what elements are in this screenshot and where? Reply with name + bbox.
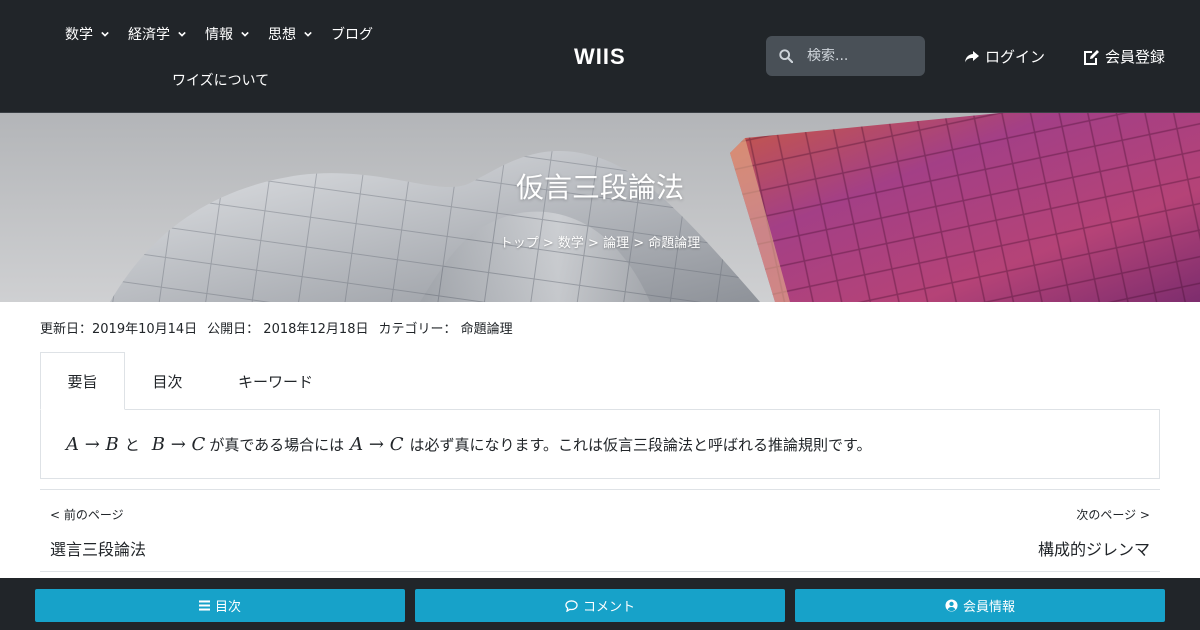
- math-expression: A → C: [350, 433, 404, 455]
- chevron-down-icon: [178, 31, 186, 37]
- member-info-button-label: 会員情報: [962, 600, 1015, 615]
- category-link[interactable]: 命題論理: [461, 322, 513, 337]
- breadcrumb-separator: >: [542, 236, 554, 251]
- nav-item-label: ワイズについて: [172, 73, 270, 89]
- search-icon[interactable]: [779, 49, 793, 63]
- tab-toc[interactable]: 目次: [125, 352, 210, 410]
- nav-item-blog[interactable]: ブログ: [331, 24, 373, 44]
- login-label: ログイン: [985, 48, 1046, 66]
- nav-item-label: ブログ: [331, 27, 373, 43]
- breadcrumb-separator: >: [633, 236, 645, 251]
- menu-icon: [198, 600, 210, 611]
- register-link[interactable]: 会員登録: [1083, 46, 1165, 67]
- summary-text: と: [124, 435, 140, 454]
- breadcrumb-item-logic[interactable]: 論理: [603, 236, 629, 251]
- math-expression: A → B: [66, 433, 119, 455]
- tab-keywords[interactable]: キーワード: [218, 352, 333, 410]
- nav-item-label: 情報: [205, 27, 233, 43]
- page-title: 仮言三段論法: [515, 171, 684, 204]
- breadcrumb-item-math[interactable]: 数学: [558, 236, 584, 251]
- nav-item-label: 経済学: [128, 27, 170, 43]
- chevron-down-icon: [101, 31, 109, 37]
- breadcrumb-item-top[interactable]: トップ: [500, 236, 539, 251]
- member-info-button[interactable]: 会員情報: [795, 589, 1165, 622]
- page-navigation: < 前のページ 選言三段論法 次のページ > 構成的ジレンマ: [40, 489, 1160, 572]
- next-page-label[interactable]: 次のページ >: [1076, 506, 1150, 523]
- user-circle-icon: [945, 599, 958, 612]
- toc-button-label: 目次: [214, 600, 241, 615]
- search-input[interactable]: [807, 48, 917, 64]
- article-meta: 更新日：2019年10月14日 公開日： 2018年12月18日 カテゴリー： …: [40, 318, 513, 337]
- nav-item-information[interactable]: 情報: [205, 24, 249, 44]
- register-label: 会員登録: [1105, 48, 1166, 66]
- hero-banner: 仮言三段論法 トップ > 数学 > 論理 > 命題論理: [0, 113, 1200, 302]
- share-icon: [965, 50, 979, 62]
- nav-item-economics[interactable]: 経済学: [128, 24, 186, 44]
- nav-item-math[interactable]: 数学: [65, 24, 109, 44]
- next-page-link[interactable]: 構成的ジレンマ: [1038, 536, 1150, 560]
- toc-button[interactable]: 目次: [35, 589, 405, 622]
- nav-item-label: 思想: [268, 27, 296, 43]
- category-label: カテゴリー：: [378, 322, 457, 337]
- nav-item-label: 数学: [65, 27, 93, 43]
- search-box: [766, 36, 925, 76]
- nav-item-thought[interactable]: 思想: [268, 24, 312, 44]
- site-logo[interactable]: WIIS: [574, 44, 626, 70]
- summary-text: は必ず真になります。これは仮言三段論法と呼ばれる推論規則です。: [409, 435, 872, 454]
- tab-summary[interactable]: 要旨: [40, 352, 125, 410]
- summary-text: が真である場合には: [209, 435, 345, 454]
- comment-icon: [565, 599, 578, 612]
- updated-date: 更新日：2019年10月14日: [40, 322, 198, 337]
- edit-icon: [1084, 49, 1099, 65]
- chevron-down-icon: [304, 31, 312, 37]
- math-expression: B → C: [151, 433, 206, 455]
- site-header: 数学 経済学 情報 思想 ブログ ワイズについて WIIS ログイン: [0, 0, 1200, 113]
- login-link[interactable]: ログイン: [964, 46, 1045, 67]
- breadcrumb-item-propositional-logic[interactable]: 命題論理: [648, 236, 700, 251]
- hero-background-image: [0, 113, 1200, 302]
- breadcrumb-separator: >: [588, 236, 599, 251]
- nav-item-about[interactable]: ワイズについて: [172, 70, 269, 90]
- breadcrumb: トップ > 数学 > 論理 > 命題論理: [0, 232, 1200, 251]
- prev-page-label[interactable]: < 前のページ: [50, 506, 124, 523]
- article-tabs: 要旨 目次 キーワード: [40, 352, 1160, 410]
- comment-button-label: コメント: [582, 600, 635, 615]
- bottom-action-bar: 目次 コメント 会員情報: [0, 578, 1200, 630]
- prev-page-link[interactable]: 選言三段論法: [50, 536, 146, 560]
- comment-button[interactable]: コメント: [415, 589, 785, 622]
- category-info: カテゴリー： 命題論理: [378, 318, 512, 337]
- published-date: 公開日： 2018年12月18日: [207, 322, 369, 337]
- summary-panel: A → B と B → C が真である場合には A → C は必ず真になります。…: [40, 409, 1160, 479]
- chevron-down-icon: [241, 31, 249, 37]
